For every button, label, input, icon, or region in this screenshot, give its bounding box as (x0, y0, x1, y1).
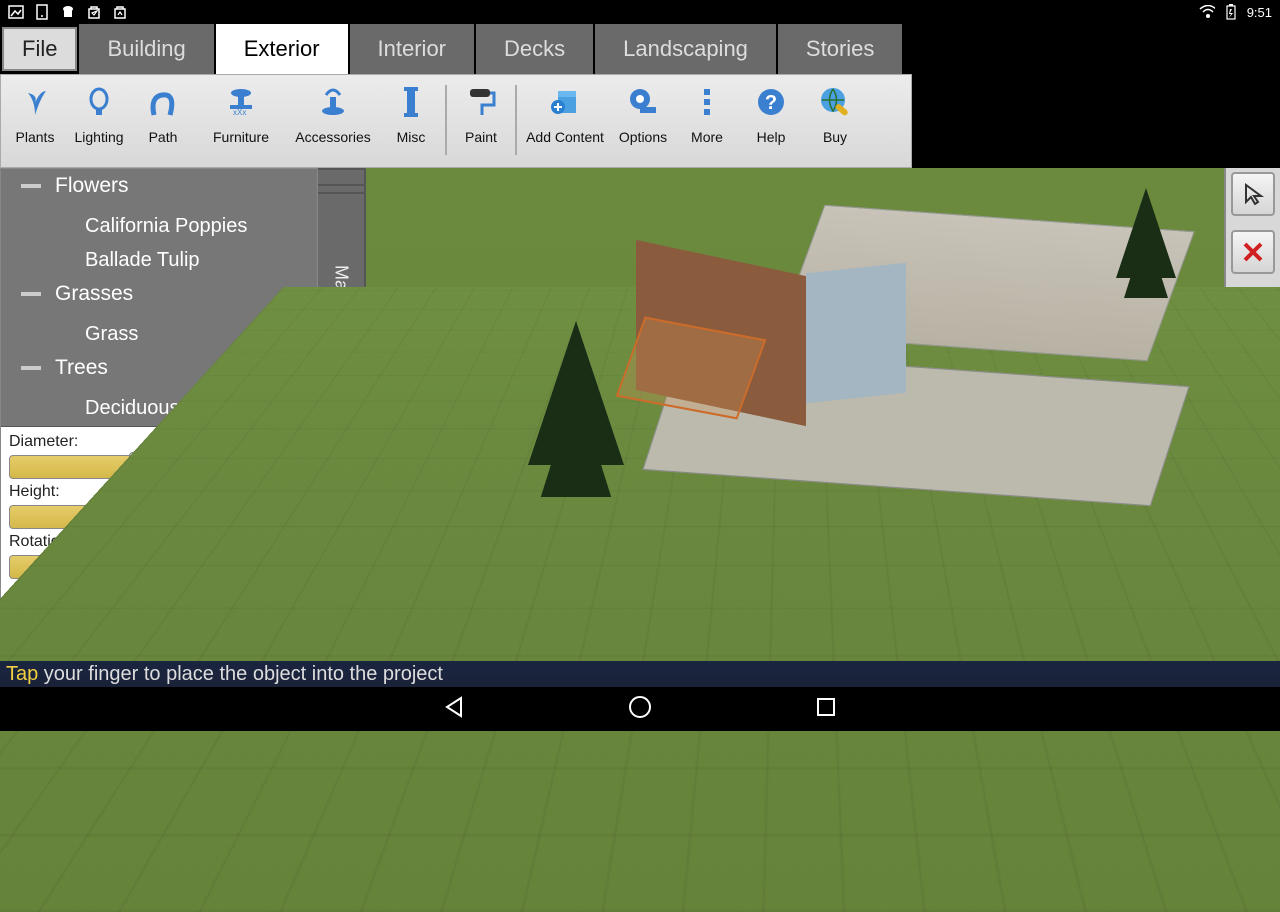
bag2-icon (112, 4, 128, 20)
tool-label: More (691, 129, 723, 145)
bag-icon (86, 4, 102, 20)
menu-exterior[interactable]: Exterior (216, 24, 350, 74)
column-icon (394, 85, 428, 119)
tool-plants[interactable]: Plants (3, 79, 67, 165)
divider (445, 85, 447, 155)
tool-label: Add Content (526, 129, 604, 145)
tool-more[interactable]: More (675, 79, 739, 165)
tool-lighting[interactable]: Lighting (67, 79, 131, 165)
wifi-icon (1199, 4, 1215, 20)
android-status-bar: 9:51 (0, 0, 1280, 24)
more-icon (690, 85, 724, 119)
status-time: 9:51 (1247, 5, 1272, 20)
furniture-icon: xXx (224, 85, 258, 119)
tree-item[interactable]: Ballade Tulip (1, 243, 317, 277)
tool-path[interactable]: Path (131, 79, 195, 165)
tool-label: Paint (465, 129, 497, 145)
path-icon (146, 85, 180, 119)
tree-item[interactable]: California Poppies (1, 209, 317, 243)
collapse-icon (21, 292, 41, 296)
roller-icon (464, 85, 498, 119)
box-plus-icon (548, 85, 582, 119)
collapse-icon (21, 366, 41, 370)
sprout-icon (18, 85, 52, 119)
help-icon: ? (754, 85, 788, 119)
svg-text:xXx: xXx (233, 108, 246, 117)
android-icon (60, 4, 76, 20)
bulb-icon (82, 85, 116, 119)
tool-label: Options (619, 129, 667, 145)
pointer-tool[interactable] (1231, 172, 1275, 216)
tool-label: Plants (16, 129, 55, 145)
hint-bar: Tap your finger to place the object into… (0, 661, 1280, 687)
3d-viewport[interactable] (366, 168, 1224, 687)
menu-interior[interactable]: Interior (350, 24, 476, 74)
menu-decks[interactable]: Decks (476, 24, 595, 74)
tool-help[interactable]: ? Help (739, 79, 803, 165)
hint-highlight: Tap (6, 663, 38, 685)
menu-file[interactable]: File (2, 27, 77, 71)
tool-label: Misc (397, 129, 426, 145)
image-icon (8, 4, 24, 20)
tool-furniture[interactable]: xXx Furniture (195, 79, 287, 165)
collapse-icon (21, 184, 41, 188)
android-nav-bar (0, 687, 1280, 731)
workspace: Flowers California Poppies Ballade Tulip… (0, 168, 1280, 687)
battery-icon (1223, 4, 1239, 20)
tool-buy[interactable]: Buy (803, 79, 867, 165)
svg-text:?: ? (765, 92, 777, 114)
fountain-icon (316, 85, 350, 119)
home-button[interactable] (627, 694, 653, 725)
pine-tree (546, 348, 606, 438)
house-render (596, 198, 1136, 478)
tool-label: Buy (823, 129, 847, 145)
tool-label: Path (149, 129, 178, 145)
menu-building[interactable]: Building (79, 24, 215, 74)
tool-addcontent[interactable]: Add Content (519, 79, 611, 165)
tool-label: Lighting (74, 129, 123, 145)
tool-paint[interactable]: Paint (449, 79, 513, 165)
tool-options[interactable]: Options (611, 79, 675, 165)
toolbar: Plants Lighting Path xXx Furniture Acces… (0, 74, 912, 168)
tool-accessories[interactable]: Accessories (287, 79, 379, 165)
main-menu: File Building Exterior Interior Decks La… (0, 24, 1280, 74)
globe-key-icon (818, 85, 852, 119)
tool-label: Furniture (213, 129, 269, 145)
tree-cat-flowers[interactable]: Flowers (1, 169, 317, 203)
tape-icon (626, 85, 660, 119)
hint-text: your finger to place the object into the… (38, 663, 443, 685)
delete-tool[interactable] (1231, 230, 1275, 274)
menu-landscaping[interactable]: Landscaping (595, 24, 778, 74)
tool-label: Accessories (295, 129, 370, 145)
vtab-blank[interactable] (318, 168, 364, 186)
tool-misc[interactable]: Misc (379, 79, 443, 165)
back-button[interactable] (441, 694, 467, 725)
phone-icon (34, 4, 50, 20)
recents-button[interactable] (813, 694, 839, 725)
divider (515, 85, 517, 155)
tool-label: Help (757, 129, 786, 145)
menu-stories[interactable]: Stories (778, 24, 904, 74)
